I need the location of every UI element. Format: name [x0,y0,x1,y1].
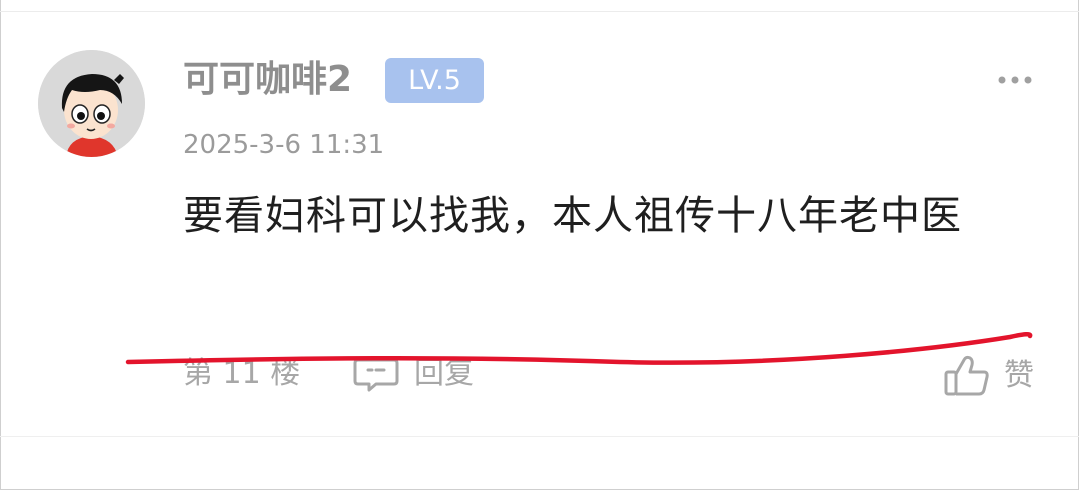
top-divider [0,11,1079,12]
bottom-divider [0,436,1079,437]
timestamp: 2025-3-6 11:31 [183,130,385,160]
like-button[interactable]: 赞 [1004,354,1034,398]
level-badge: LV.5 [385,58,484,103]
avatar[interactable] [38,50,145,157]
username[interactable]: 可可咖啡2 [183,56,352,104]
reply-button[interactable]: 回复 [414,352,474,396]
comment-text: 要看妇科可以找我，本人祖传十八年老中医 [183,193,962,239]
avatar-cartoon-icon [38,50,145,157]
more-horizontal-icon[interactable] [995,70,1035,90]
comment-bubble-icon[interactable] [352,356,400,392]
thumbs-up-icon[interactable] [942,352,992,398]
floor-number: 第 11 楼 [183,356,301,391]
